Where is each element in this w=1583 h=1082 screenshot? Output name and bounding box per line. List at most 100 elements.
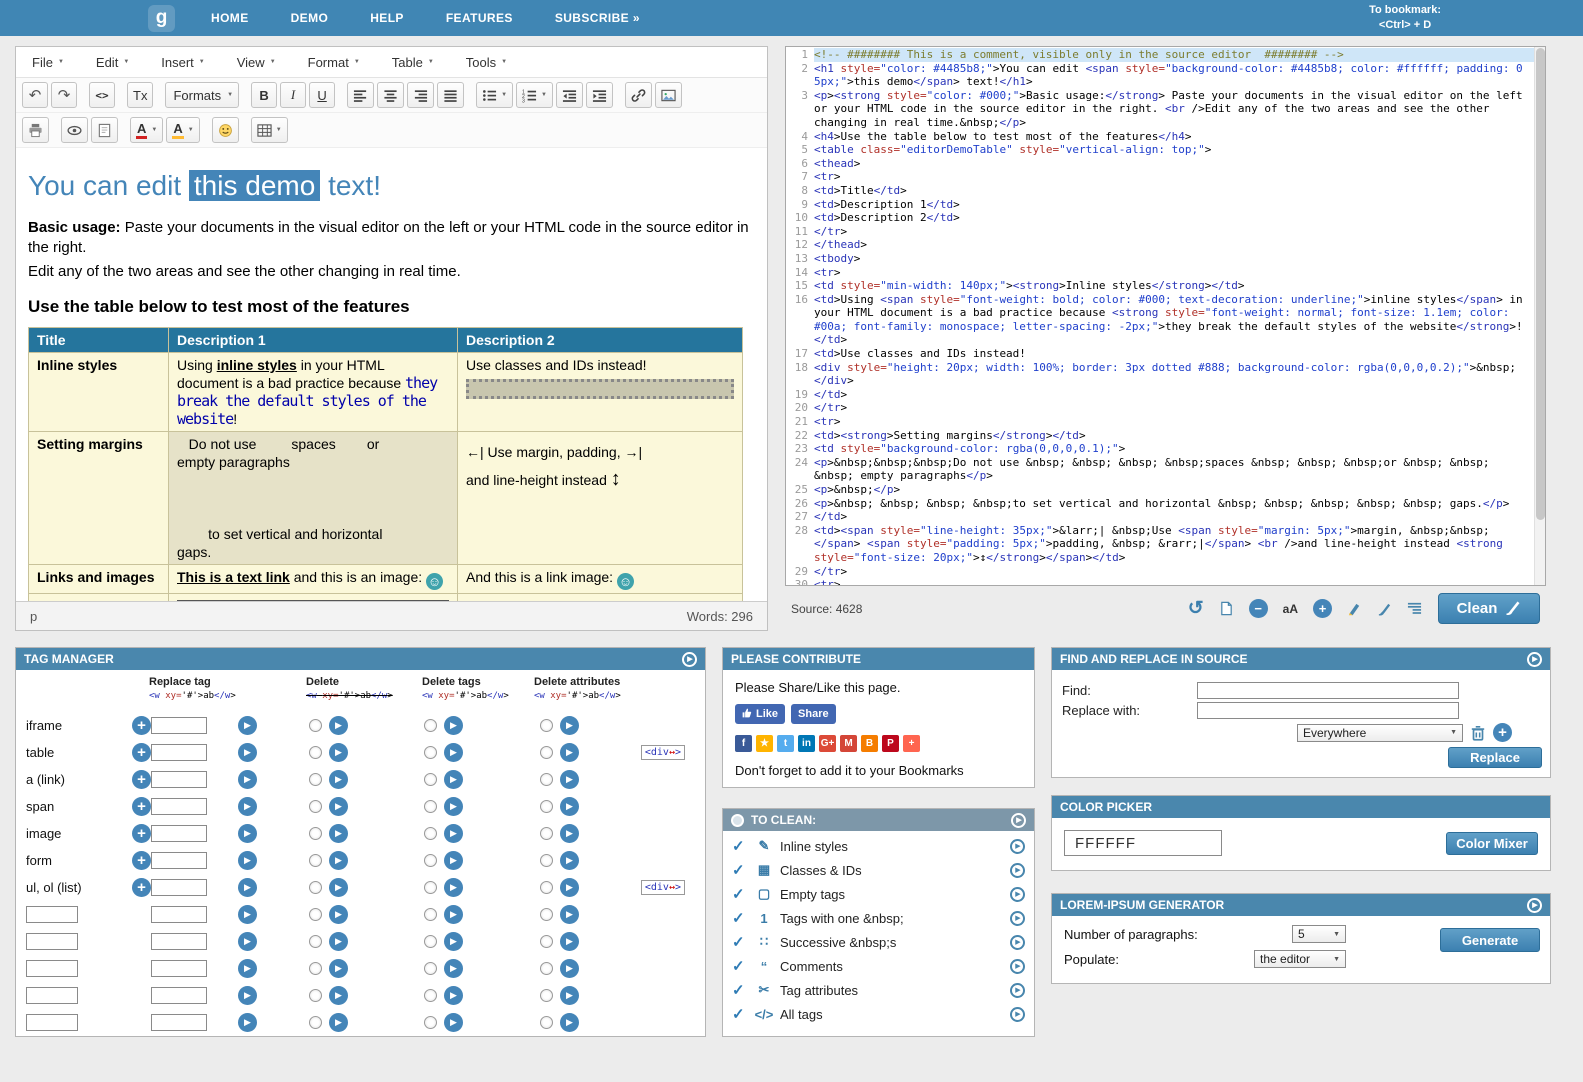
clean-item-inline-styles[interactable]: ✓✎Inline styles▶: [723, 834, 1034, 858]
demo-text-link[interactable]: This is a text link: [177, 569, 290, 585]
auto-indent-icon[interactable]: [1407, 601, 1422, 616]
run-delete-attributes-icon[interactable]: ▶: [560, 797, 579, 816]
delete-radio[interactable]: [309, 908, 322, 921]
replace-button[interactable]: Replace: [1448, 747, 1542, 768]
run-delete-tags-icon[interactable]: ▶: [444, 1013, 463, 1032]
div-drag-badge[interactable]: <div↔>: [641, 880, 685, 895]
color-value-input[interactable]: [1064, 830, 1222, 856]
undo-button[interactable]: ↶: [22, 82, 48, 108]
delete-attributes-radio[interactable]: [540, 1016, 553, 1029]
source-code-area[interactable]: 1<!-- ######## This is a comment, visibl…: [785, 46, 1546, 586]
source-line[interactable]: 27</td>: [786, 510, 1545, 524]
print-button[interactable]: [22, 117, 49, 143]
underline-button[interactable]: U: [309, 82, 335, 108]
delete-tags-radio[interactable]: [424, 935, 437, 948]
replace-tag-input[interactable]: [151, 825, 207, 842]
run-replace-icon[interactable]: ▶: [238, 770, 257, 789]
run-delete-icon[interactable]: ▶: [329, 878, 348, 897]
delete-attributes-radio[interactable]: [540, 800, 553, 813]
replace-tag-input[interactable]: [151, 879, 207, 896]
facebook-icon[interactable]: f: [735, 735, 752, 752]
replace-tag-input[interactable]: [151, 1014, 207, 1031]
source-line[interactable]: 19</td>: [786, 388, 1545, 402]
delete-attributes-radio[interactable]: [540, 962, 553, 975]
align-left-button[interactable]: [347, 82, 374, 108]
nav-item-demo[interactable]: DEMO: [291, 11, 329, 25]
run-delete-icon[interactable]: ▶: [329, 905, 348, 924]
find-input[interactable]: [1197, 682, 1459, 699]
delete-tags-radio[interactable]: [424, 827, 437, 840]
source-line[interactable]: 12</thead>: [786, 238, 1545, 252]
clean-item-all-tags[interactable]: ✓</>All tags▶: [723, 1002, 1034, 1026]
add-rule-icon[interactable]: +: [1493, 723, 1512, 742]
nav-item-home[interactable]: HOME: [211, 11, 249, 25]
delete-attributes-radio[interactable]: [540, 989, 553, 1002]
delete-radio[interactable]: [309, 935, 322, 948]
menu-edit[interactable]: Edit▼: [96, 55, 129, 70]
add-tag-icon[interactable]: +: [132, 797, 151, 816]
replace-tag-input[interactable]: [151, 744, 207, 761]
delete-tags-radio[interactable]: [424, 854, 437, 867]
source-line[interactable]: 13<tbody>: [786, 252, 1545, 266]
run-delete-tags-icon[interactable]: ▶: [444, 770, 463, 789]
run-lorem-icon[interactable]: ▶: [1527, 898, 1542, 913]
run-delete-attributes-icon[interactable]: ▶: [560, 770, 579, 789]
delete-attributes-radio[interactable]: [540, 746, 553, 759]
delete-attributes-radio[interactable]: [540, 719, 553, 732]
run-delete-attributes-icon[interactable]: ▶: [560, 851, 579, 870]
site-logo[interactable]: g: [148, 5, 175, 32]
delete-tags-radio[interactable]: [424, 881, 437, 894]
custom-tag-input[interactable]: [26, 933, 78, 950]
paragraphs-select[interactable]: 5▼: [1292, 925, 1346, 943]
run-replace-icon[interactable]: ▶: [238, 851, 257, 870]
clear-formatting-button[interactable]: Tx: [127, 82, 153, 108]
delete-attributes-radio[interactable]: [540, 881, 553, 894]
run-replace-icon[interactable]: ▶: [238, 716, 257, 735]
delete-attributes-radio[interactable]: [540, 908, 553, 921]
menu-format[interactable]: Format▼: [308, 55, 360, 70]
smiley-link-image-icon[interactable]: ☺: [617, 573, 634, 590]
delete-attributes-radio[interactable]: [540, 827, 553, 840]
clean-item-tags-one-nbsp[interactable]: ✓1Tags with one &nbsp;▶: [723, 906, 1034, 930]
run-delete-icon[interactable]: ▶: [329, 932, 348, 951]
increase-font-icon[interactable]: +: [1313, 599, 1332, 618]
linkedin-icon[interactable]: in: [798, 735, 815, 752]
source-line[interactable]: 25<p>&nbsp;</p>: [786, 483, 1545, 497]
replace-tag-input[interactable]: [151, 960, 207, 977]
replace-tag-input[interactable]: [151, 906, 207, 923]
run-delete-tags-icon[interactable]: ▶: [444, 878, 463, 897]
custom-tag-input[interactable]: [26, 906, 78, 923]
run-successive-nbsp-icon[interactable]: ▶: [1010, 935, 1025, 950]
delete-radio[interactable]: [309, 962, 322, 975]
generate-button[interactable]: Generate: [1440, 928, 1540, 952]
run-replace-icon[interactable]: ▶: [238, 743, 257, 762]
clean-button[interactable]: Clean: [1438, 593, 1540, 624]
source-line[interactable]: 23<td style="background-color: rgba(0,0,…: [786, 442, 1545, 456]
run-replace-icon[interactable]: ▶: [238, 905, 257, 924]
italic-button[interactable]: I: [280, 82, 306, 108]
source-line[interactable]: 18<div style="height: 20px; width: 100%;…: [786, 361, 1545, 388]
undo-icon[interactable]: ↺: [1188, 597, 1204, 620]
delete-radio[interactable]: [309, 746, 322, 759]
delete-attributes-radio[interactable]: [540, 854, 553, 867]
run-delete-attributes-icon[interactable]: ▶: [560, 959, 579, 978]
source-line[interactable]: 15<td style="min-width: 140px;"><strong>…: [786, 279, 1545, 293]
custom-tag-input[interactable]: [26, 987, 78, 1004]
source-code-button[interactable]: <>: [89, 82, 115, 108]
replace-tag-input[interactable]: [151, 852, 207, 869]
run-delete-tags-icon[interactable]: ▶: [444, 959, 463, 978]
source-line[interactable]: 10<td>Description 2</td>: [786, 211, 1545, 225]
add-tag-icon[interactable]: +: [132, 878, 151, 897]
populate-select[interactable]: the editor▼: [1254, 950, 1346, 968]
source-line[interactable]: 1<!-- ######## This is a comment, visibl…: [786, 48, 1545, 62]
source-line[interactable]: 6<thead>: [786, 157, 1545, 171]
run-empty-tags-icon[interactable]: ▶: [1010, 887, 1025, 902]
delete-radio[interactable]: [309, 989, 322, 1002]
bold-button[interactable]: B: [251, 82, 277, 108]
add-tag-icon[interactable]: +: [132, 824, 151, 843]
source-scrollbar[interactable]: [1534, 47, 1545, 585]
delete-radio[interactable]: [309, 1016, 322, 1029]
run-delete-tags-icon[interactable]: ▶: [444, 797, 463, 816]
run-delete-attributes-icon[interactable]: ▶: [560, 824, 579, 843]
bullet-list-button[interactable]: ▼: [476, 82, 513, 108]
